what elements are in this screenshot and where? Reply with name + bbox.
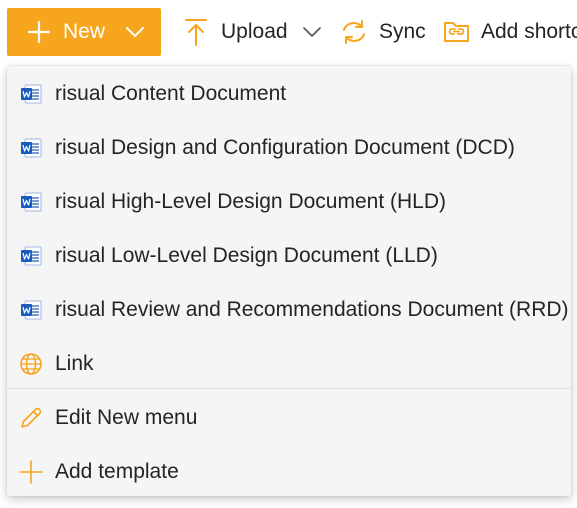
upload-icon <box>185 19 207 46</box>
sync-label: Sync <box>379 20 426 43</box>
plus-icon <box>19 460 43 484</box>
upload-label: Upload <box>221 20 288 43</box>
menu-item-label: risual Design and Configuration Document… <box>55 136 515 159</box>
folder-link-icon <box>444 22 469 42</box>
menu-item-label: risual Review and Recommendations Docume… <box>55 298 569 321</box>
menu-item-label: Link <box>55 352 94 375</box>
command-bar: New Upload Sync Add shortcut <box>0 0 577 64</box>
sync-icon <box>343 20 365 44</box>
add-shortcut-button[interactable]: Add shortcut <box>443 8 577 56</box>
menu-item-label: Edit New menu <box>55 406 198 429</box>
chevron-down-icon[interactable] <box>302 25 322 39</box>
new-button-label: New <box>63 20 106 43</box>
plus-icon <box>28 21 50 43</box>
new-button[interactable]: New <box>7 8 161 56</box>
upload-button[interactable]: Upload <box>184 8 322 56</box>
menu-divider <box>7 388 571 389</box>
menu-item-rrd[interactable]: risual Review and Recommendations Docume… <box>7 283 571 337</box>
menu-item-label: risual Low-Level Design Document (LLD) <box>55 244 438 267</box>
menu-item-label: risual Content Document <box>55 82 287 105</box>
menu-item-link[interactable]: Link <box>7 337 571 391</box>
sync-button[interactable]: Sync <box>340 8 426 56</box>
menu-item-label: Add template <box>55 460 179 483</box>
chevron-down-icon <box>126 27 144 37</box>
pencil-icon <box>21 407 42 428</box>
word-icon <box>21 246 42 266</box>
menu-item-edit-new-menu[interactable]: Edit New menu <box>7 391 571 445</box>
globe-icon <box>20 353 42 375</box>
add-shortcut-label: Add shortcut <box>481 20 577 43</box>
menu-item-lld[interactable]: risual Low-Level Design Document (LLD) <box>7 229 571 283</box>
word-icon <box>21 138 42 158</box>
menu-item-label: risual High-Level Design Document (HLD) <box>55 190 446 213</box>
word-icon <box>21 84 42 104</box>
new-menu: risual Content Document risual Design an… <box>7 66 571 496</box>
menu-item-dcd[interactable]: risual Design and Configuration Document… <box>7 121 571 175</box>
word-icon <box>21 192 42 212</box>
word-icon <box>21 300 42 320</box>
menu-item-add-template[interactable]: Add template <box>7 445 571 499</box>
menu-item-content-document[interactable]: risual Content Document <box>7 67 571 121</box>
menu-item-hld[interactable]: risual High-Level Design Document (HLD) <box>7 175 571 229</box>
